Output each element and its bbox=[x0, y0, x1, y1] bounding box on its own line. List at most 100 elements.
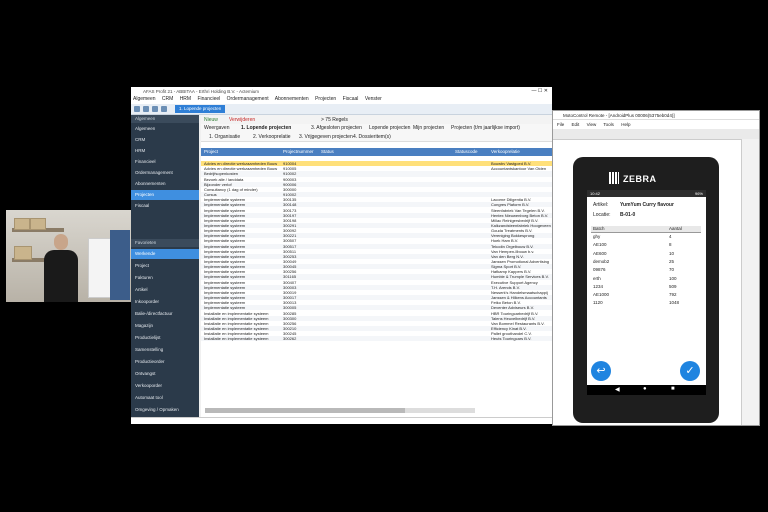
menu-help[interactable]: Help bbox=[621, 122, 630, 127]
menu-projecten[interactable]: Projecten bbox=[315, 96, 336, 102]
confirm-button[interactable]: ✓ bbox=[680, 361, 700, 381]
menu-financieel[interactable]: Financieel bbox=[197, 96, 220, 102]
favorite-item[interactable]: Ontvangst bbox=[131, 369, 199, 379]
view-lopende-projecten[interactable]: 1. Lopende projecten bbox=[241, 125, 291, 131]
favorite-item[interactable]: Magazijn bbox=[131, 321, 199, 331]
batch-row[interactable]: 1234 509 bbox=[591, 283, 701, 291]
sidebar-item-abonnementen[interactable]: Abonnementen bbox=[131, 179, 199, 189]
favorite-item[interactable]: Fakturen bbox=[131, 273, 199, 283]
view-afgesloten-projecten[interactable]: 3. Afgesloten projecten bbox=[311, 125, 362, 131]
sidebar-item-fiscaal[interactable]: Fiscaal bbox=[131, 201, 199, 211]
favorite-item[interactable]: Werkende bbox=[131, 249, 199, 259]
favorite-item[interactable]: Omgeving / Opmaken bbox=[131, 405, 199, 415]
batch-cell-batch: 1234 bbox=[593, 283, 604, 289]
view-mijn-projecten[interactable]: Mijn projecten bbox=[413, 125, 444, 131]
webcam-video bbox=[6, 210, 131, 302]
tab-dossieritems[interactable]: 4. Dossieritem(s) bbox=[353, 134, 391, 140]
sidebar-item-ordermanagement[interactable]: Ordermanagement bbox=[131, 168, 199, 178]
favorite-item[interactable]: Verkooporder bbox=[131, 381, 199, 391]
view-lopende[interactable]: Lopende projecten bbox=[369, 125, 410, 131]
menu-edit[interactable]: Edit bbox=[572, 122, 580, 127]
batch-row[interactable]: demob2 25 bbox=[591, 258, 701, 266]
window-controls[interactable]: — ☐ ✕ bbox=[532, 88, 548, 94]
batch-row[interactable]: erth 100 bbox=[591, 275, 701, 283]
menu-abonnementen[interactable]: Abonnementen bbox=[275, 96, 309, 102]
batch-row[interactable]: AE100 8 bbox=[591, 241, 701, 249]
batch-row[interactable]: 1120 1048 bbox=[591, 299, 701, 307]
delete-button[interactable]: Verwijderen bbox=[229, 117, 255, 123]
projects-list-view: Nieuw Verwijderen > 75 Regels Weergaven … bbox=[201, 115, 552, 424]
sidebar-item-financieel[interactable]: Financieel bbox=[131, 157, 199, 167]
menu-hrm[interactable]: HRM bbox=[180, 96, 191, 102]
warehouse-box bbox=[14, 246, 32, 260]
views-dropdown[interactable]: Weergaven bbox=[204, 125, 229, 131]
new-button[interactable]: Nieuw bbox=[204, 117, 218, 123]
menu-venster[interactable]: Venster bbox=[365, 96, 382, 102]
menu-crm[interactable]: CRM bbox=[162, 96, 173, 102]
col-verkooprelatie[interactable]: Verkooprelatie bbox=[491, 148, 520, 156]
device-battery: 96% bbox=[694, 191, 703, 196]
presenter-head bbox=[54, 234, 68, 250]
view-projecten-import[interactable]: Projecten (t/m jaarlijkse import) bbox=[451, 125, 520, 131]
favorite-item[interactable]: Project bbox=[131, 261, 199, 271]
cell-relatie: Heuts Touringcars B.V. bbox=[491, 336, 532, 342]
menu-fiscaal[interactable]: Fiscaal bbox=[343, 96, 359, 102]
menu-file[interactable]: File bbox=[557, 122, 564, 127]
menu-tools[interactable]: Tools bbox=[603, 122, 614, 127]
menu-ordermanagement[interactable]: Ordermanagement bbox=[227, 96, 269, 102]
batch-cell-aantal: 4 bbox=[669, 234, 672, 239]
warehouse-box bbox=[30, 218, 46, 230]
batch-row[interactable]: AE1000 792 bbox=[591, 291, 701, 299]
sidebar-item-algemeen[interactable]: Algemeen bbox=[131, 124, 199, 134]
menu-algemeen[interactable]: Algemeen bbox=[133, 96, 156, 102]
batch-cell-aantal: 1048 bbox=[669, 300, 680, 306]
back-icon[interactable] bbox=[143, 106, 149, 112]
batch-row[interactable]: AE600 10 bbox=[591, 250, 701, 258]
blue-rack bbox=[110, 230, 130, 300]
favorite-item[interactable]: Productieorder bbox=[131, 357, 199, 367]
status-bar bbox=[131, 417, 552, 424]
batch-row[interactable]: 09876 70 bbox=[591, 266, 701, 274]
batch-cell-batch: 09876 bbox=[593, 267, 606, 273]
back-button[interactable]: ↩ bbox=[591, 361, 611, 381]
nav-back-icon[interactable]: ◀ bbox=[615, 386, 620, 393]
col-statuscode[interactable]: Statuscode bbox=[455, 148, 478, 156]
batch-cell-aantal: 792 bbox=[669, 292, 677, 298]
nav-home-icon[interactable]: ● bbox=[643, 386, 647, 392]
col-project[interactable]: Project bbox=[204, 148, 218, 156]
favorite-item[interactable]: Artikel bbox=[131, 285, 199, 295]
remote-window-title: MotoControl Remote - [AndroidPlus 00006(… bbox=[553, 111, 759, 120]
zebra-logo-icon bbox=[609, 172, 619, 184]
batch-row[interactable]: ghy 4 bbox=[591, 233, 701, 241]
row-count: > 75 Regels bbox=[321, 117, 348, 123]
tab-verkooprelatie[interactable]: 2. Verkooprelatie bbox=[253, 134, 291, 140]
horizontal-scrollbar[interactable] bbox=[205, 408, 475, 413]
tab-lopende-projecten[interactable]: 1. Lopende projecten bbox=[175, 105, 226, 113]
sidebar-item-hrm[interactable]: HRM bbox=[131, 146, 199, 156]
col-status[interactable]: Status bbox=[321, 148, 334, 156]
favorite-item[interactable]: Samenstelling bbox=[131, 345, 199, 355]
views-toolbar: Weergaven 1. Lopende projecten 3. Afgesl… bbox=[201, 124, 552, 132]
refresh-icon[interactable] bbox=[161, 106, 167, 112]
favorite-item[interactable]: Productielijst bbox=[131, 333, 199, 343]
tab-vrijgegeven-projecten[interactable]: 3. Vrijgegeven projecten bbox=[299, 134, 353, 140]
nav-recent-icon[interactable]: ■ bbox=[671, 386, 675, 392]
roll-up-banner bbox=[88, 238, 112, 298]
scrollbar-thumb[interactable] bbox=[205, 408, 405, 413]
favorite-item[interactable]: Automaat tool bbox=[131, 393, 199, 403]
favorite-item[interactable]: Inkooporder bbox=[131, 297, 199, 307]
tab-organisatie[interactable]: 1. Organisatie bbox=[209, 134, 240, 140]
sidebar-item-crm[interactable]: CRM bbox=[131, 135, 199, 145]
zebra-brand: ZEBRA bbox=[623, 174, 657, 184]
menu-bar: Algemeen CRM HRM Financieel Ordermanagem… bbox=[131, 96, 552, 104]
col-projectnummer[interactable]: Projectnummer bbox=[283, 148, 314, 156]
afas-main-window: AFAS Profit 21 - ABBITAA - Erthri Holdin… bbox=[131, 87, 552, 424]
sidebar-item-projecten[interactable]: Projecten bbox=[131, 190, 199, 200]
remote-menu-bar: File Edit View Tools Help bbox=[553, 121, 759, 129]
forward-icon[interactable] bbox=[152, 106, 158, 112]
artikel-label: Artikel: bbox=[593, 202, 609, 208]
menu-view[interactable]: View bbox=[587, 122, 597, 127]
table-row[interactable]: Installatie en implementatie systeem 3002… bbox=[201, 336, 552, 342]
home-icon[interactable] bbox=[134, 106, 140, 112]
favorite-item[interactable]: Balie-/directfactuur bbox=[131, 309, 199, 319]
